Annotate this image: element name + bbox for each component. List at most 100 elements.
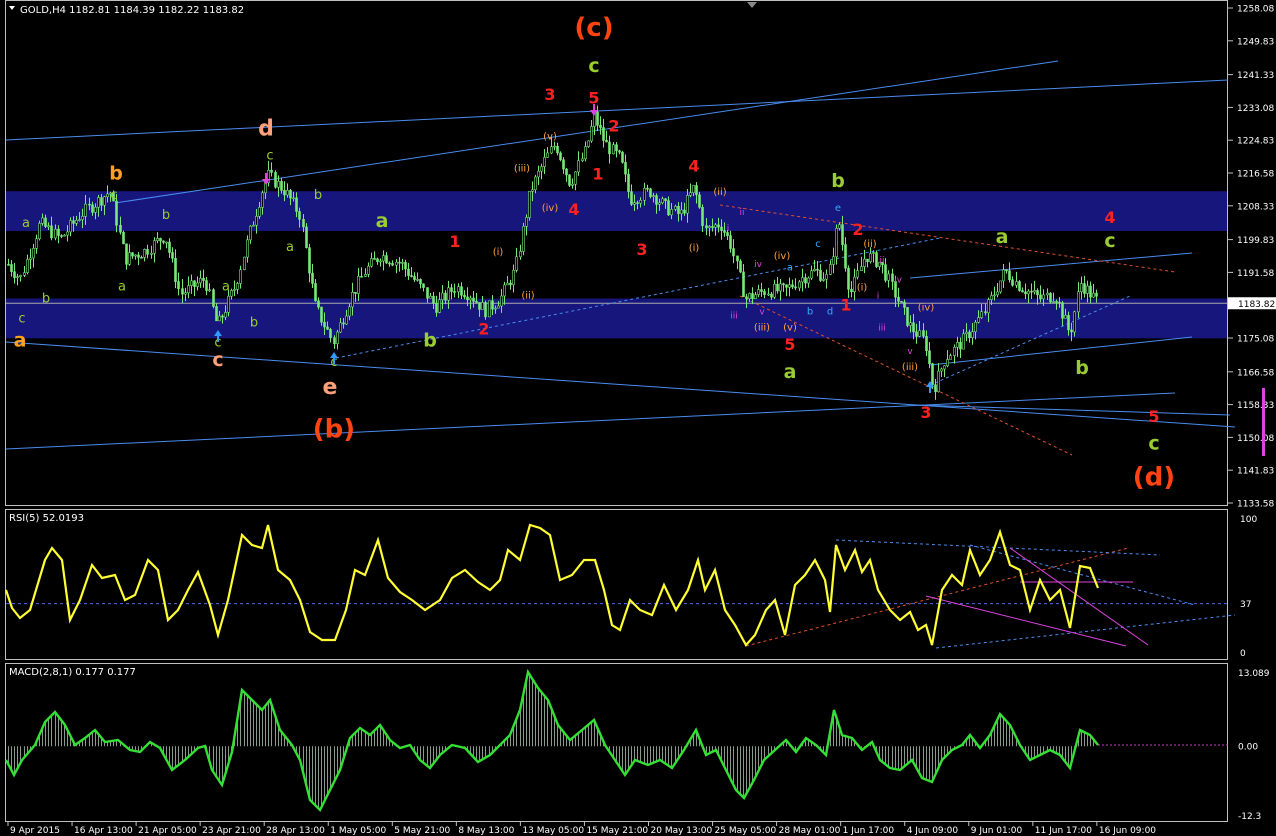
candle-body [88,203,91,206]
wave-label: a [22,216,30,231]
candle-body [550,146,553,154]
candle-body [119,225,122,233]
wave-label: b [162,208,170,223]
candle-body [357,275,360,294]
candle-body [723,230,726,233]
candle-body [292,197,295,200]
candle-body [7,264,10,266]
candle-body [959,342,962,350]
candle-body [419,279,422,285]
candle-body [29,257,32,260]
background [0,0,1276,836]
candle-body [54,228,57,239]
candle-body [494,307,497,310]
candle-body [667,200,670,216]
candle-body [686,195,689,214]
time-tick-label: 1 May 05:00 [330,826,386,836]
candle-body [1042,294,1045,300]
candle-body [1052,301,1055,303]
rsi-tick-label: 37 [1240,600,1251,610]
price-tick-label: 1208.33 [1237,202,1274,212]
candle-body [658,202,661,205]
candle-body [643,187,646,201]
wave-label: iii [730,311,738,321]
candle-body [655,195,658,205]
wave-label: c [815,239,821,250]
candle-body [751,293,754,300]
chart-header: GOLD,H4 1182.81 1184.39 1182.22 1183.82 [9,5,244,16]
wave-label: 4 [568,200,579,219]
candle-body [1092,292,1095,298]
scroll-marker[interactable] [1262,388,1265,456]
price-tick-label: 1216.58 [1237,170,1274,180]
wave-label: b [1075,357,1089,379]
wave-label: 5 [784,335,795,354]
candle-body [298,211,301,220]
candle-body [463,294,466,298]
candle-body [965,331,968,335]
candle-body [674,205,677,210]
wave-label: (iii) [902,362,918,373]
candle-body [1033,290,1036,293]
candle-body [460,286,463,296]
candle-body [500,295,503,307]
candle-body [302,219,305,228]
wave-label: (c) [574,13,613,43]
wave-label: (iv) [542,203,559,214]
time-tick-label: 16 Apr 13:00 [74,826,133,836]
candle-body [367,265,370,275]
wave-label: b [807,306,813,317]
macd-tick-label: 13.089 [1238,669,1270,679]
candle-body [140,257,143,259]
wave-label: i [877,292,880,302]
candle-body [351,291,354,308]
candle-body [497,305,500,309]
candle-body [661,198,664,204]
candle-body [199,277,202,284]
wave-label: c [1148,433,1159,455]
candle-body [565,168,568,176]
candle-body [602,127,605,141]
candle-body [1027,290,1030,295]
candle-body [385,255,388,264]
candle-body [847,267,850,290]
wave-label: v [759,307,765,317]
candle-body [320,306,323,323]
candle-body [38,223,41,240]
wave-label: b [109,162,123,184]
candle-body [373,258,376,260]
candle-body [75,219,78,224]
candle-body [1015,281,1018,286]
candle-body [323,321,326,328]
candle-body [618,150,621,153]
candle-body [246,239,249,258]
candle-body [60,235,63,237]
price-tick-label: 1191.58 [1237,269,1274,279]
candle-body [208,289,211,292]
candle-body [41,217,44,224]
candle-body [258,207,261,217]
candle-body [450,287,453,292]
candle-body [404,262,407,270]
candle-body [274,172,277,188]
candle-body [190,280,193,286]
candle-body [171,252,174,259]
wave-label: i [727,224,730,234]
candle-body [522,226,525,252]
wave-label: e [835,203,841,214]
wave-label: 3 [544,85,555,104]
time-tick-label: 13 May 05:00 [522,826,584,836]
candle-body [748,293,751,299]
candle-body [816,268,819,271]
candle-body [701,207,704,226]
candle-body [897,296,900,302]
candle-body [270,169,273,173]
candle-body [1077,291,1080,313]
chart-svg: (c)c3 5214(v)(iii)(iv)(i)(ii)34(ii)(i)iii… [0,0,1276,836]
candle-body [556,145,559,154]
candle-body [146,249,149,255]
candle-body [825,274,828,280]
candle-body [280,180,283,191]
candle-body [627,173,630,192]
candle-body [646,187,649,190]
